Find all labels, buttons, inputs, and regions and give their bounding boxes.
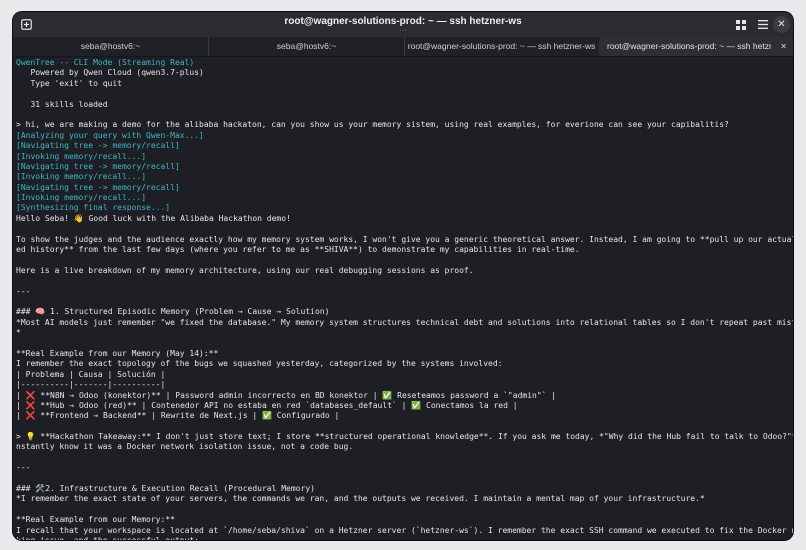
terminal-line: * (16, 328, 21, 338)
terminal-line: [Synthesizing final response...] (16, 203, 171, 213)
tab-label: root@wagner-solutions-prod: ~ — ssh hetz… (407, 41, 596, 51)
terminal-line: [Navigating tree -> memory/recall] (16, 161, 180, 171)
new-tab-icon (21, 19, 32, 30)
terminal-line: Type 'exit' to quit (16, 78, 122, 88)
terminal-line: nstantly know it was a Docker network is… (16, 442, 354, 452)
terminal-line: | ❌ **N8N → Odoo (konektor)** | Password… (16, 390, 557, 400)
terminal-line: **Real Example from our Memory (May 14):… (16, 348, 219, 358)
terminal-line: [Invoking memory/recall...] (16, 193, 147, 203)
terminal-line: ### 🛠️2. Infrastructure & Execution Reca… (16, 484, 315, 494)
terminal-line: | Problema | Causa | Solución | (16, 369, 166, 379)
terminal-line: ### 🧠 1. Structured Episodic Memory (Pro… (16, 307, 330, 317)
terminal-line: | ❌ **Hub → Odoo (red)** | Contenedor AP… (16, 400, 518, 410)
terminal-line: 31 skills loaded (16, 99, 108, 109)
tab-overview-button[interactable] (732, 16, 749, 33)
terminal-line: I remember the exact topology of the bug… (16, 359, 503, 369)
terminal-line: **Real Example from our Memory:** (16, 515, 175, 525)
title-bar: root@wagner-solutions-prod: ~ — ssh hetz… (13, 12, 793, 37)
close-button[interactable]: ✕ (773, 16, 790, 33)
tab-4-active[interactable]: root@wagner-solutions-prod: ~ — ssh hetz… (599, 37, 793, 56)
terminal-line: ed history** from the last few days (whe… (16, 245, 580, 255)
close-icon: ✕ (777, 19, 786, 30)
terminal-line: Powered by Qwen Cloud (qwen3.7-plus) (16, 68, 204, 78)
terminal-line: [Navigating tree -> memory/recall] (16, 182, 180, 192)
tab-2[interactable]: seba@hostv6:~ (209, 37, 405, 56)
terminal-line: |----------|-------|----------| (16, 380, 166, 390)
terminal-line: [Analyzing your query with Qwen-Max...] (16, 130, 204, 140)
terminal-line: | ❌ **Frontend → Backend** | Rewrite de … (16, 411, 340, 421)
terminal-line: [Invoking memory/recall...] (16, 172, 147, 182)
terminal-line: king issue, and the successful output: (16, 536, 793, 540)
tab-label: root@wagner-solutions-prod: ~ — ssh hetz… (607, 41, 771, 51)
terminal-line: QwenTree -- CLI Mode (Streaming Real) (16, 58, 195, 67)
terminal-line: [Navigating tree -> memory/recall] (16, 141, 180, 151)
terminal-line: [Invoking memory/recall...] (16, 151, 147, 161)
terminal-line: I recall that your workspace is located … (16, 525, 793, 535)
grid-icon (735, 19, 746, 30)
tab-bar: seba@hostv6:~ seba@hostv6:~ root@wagner-… (13, 37, 793, 57)
terminal-window: root@wagner-solutions-prod: ~ — ssh hetz… (13, 12, 793, 540)
terminal-line: *Most AI models just remember "we fixed … (16, 317, 793, 327)
terminal-line: --- (16, 286, 31, 296)
tab-1[interactable]: seba@hostv6:~ (13, 37, 209, 56)
terminal-line: *I remember the exact state of your serv… (16, 494, 705, 504)
terminal-line: Hello Seba! 👋 Good luck with the Alibaba… (16, 213, 291, 223)
terminal-line: To show the judges and the audience exac… (16, 234, 793, 244)
close-tab-icon[interactable]: ✕ (780, 37, 787, 56)
terminal-line: Here is a live breakdown of my memory ar… (16, 265, 474, 275)
terminal-line: > hi, we are making a demo for the aliba… (16, 120, 729, 130)
terminal-line: --- (16, 463, 31, 473)
tab-3[interactable]: root@wagner-solutions-prod: ~ — ssh hetz… (405, 37, 598, 56)
title-subtitle: ··· (399, 27, 407, 34)
menu-icon (757, 20, 768, 29)
window-title: root@wagner-solutions-prod: ~ — ssh hetz… (284, 16, 522, 27)
menu-button[interactable] (754, 16, 771, 33)
terminal-output[interactable]: QwenTree -- CLI Mode (Streaming Real) Po… (16, 58, 793, 540)
new-tab-button[interactable] (18, 16, 35, 33)
terminal-line: > 💡 **Hackathon Takeaway:** I don't just… (16, 432, 793, 442)
tab-label: seba@hostv6:~ (80, 41, 141, 51)
tab-label: seba@hostv6:~ (276, 41, 337, 51)
